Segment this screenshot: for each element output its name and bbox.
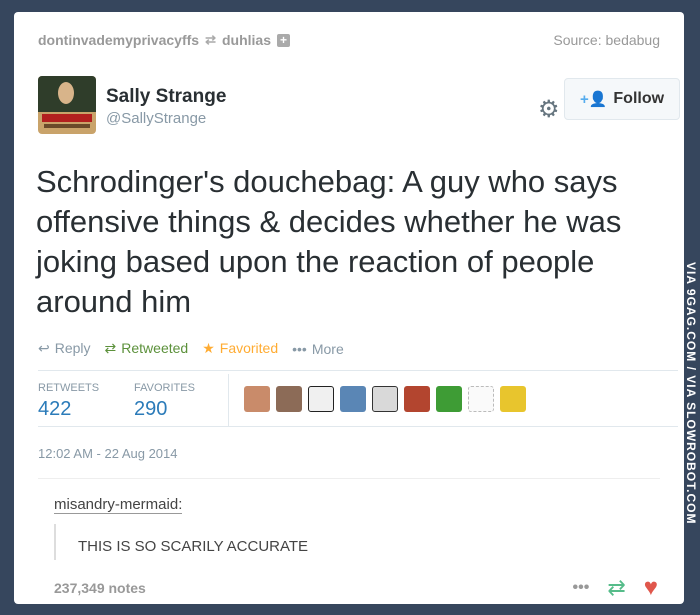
favoriter-avatars bbox=[244, 386, 526, 412]
avatar[interactable] bbox=[436, 386, 462, 412]
commenter-username[interactable]: misandry-mermaid: bbox=[54, 496, 183, 514]
divider bbox=[38, 370, 678, 371]
avatar[interactable] bbox=[404, 386, 430, 412]
follow-label: Follow bbox=[613, 90, 665, 107]
retweets-label: RETWEETS bbox=[38, 382, 100, 394]
post-header: dontinvademyprivacyffs ⇄ duhlias + Sourc… bbox=[38, 32, 660, 54]
post-footer-actions: ••• ⇄ ♥ bbox=[573, 574, 659, 602]
notes-count[interactable]: 237,349 notes bbox=[54, 580, 146, 596]
more-options-icon[interactable]: ••• bbox=[573, 579, 590, 597]
tweet-author-handle[interactable]: @SallyStrange bbox=[106, 110, 206, 127]
quote-bar bbox=[54, 524, 56, 560]
avatar[interactable] bbox=[340, 386, 366, 412]
tweet-text: Schrodinger's douchebag: A guy who says … bbox=[36, 164, 622, 319]
star-icon: ★ bbox=[202, 340, 215, 356]
heart-icon[interactable]: ♥ bbox=[644, 574, 658, 602]
source-link[interactable]: Source: bedabug bbox=[553, 32, 660, 48]
avatar[interactable] bbox=[468, 386, 494, 412]
avatar[interactable] bbox=[500, 386, 526, 412]
gear-icon[interactable]: ⚙ bbox=[538, 98, 560, 122]
more-action[interactable]: ••• More bbox=[292, 341, 344, 357]
watermark: VIA 9GAG.COM / VIA SLOWROBOT.COM bbox=[684, 262, 698, 525]
avatar[interactable] bbox=[244, 386, 270, 412]
stats-separator bbox=[228, 374, 229, 426]
follow-plus-icon[interactable]: + bbox=[276, 33, 290, 47]
avatar[interactable] bbox=[38, 76, 96, 134]
reblog-button-icon[interactable]: ⇄ bbox=[607, 575, 625, 601]
retweets-count[interactable]: 422 bbox=[38, 398, 71, 421]
reblogger-username[interactable]: dontinvademyprivacyffs bbox=[38, 32, 199, 48]
post-card: dontinvademyprivacyffs ⇄ duhlias + Sourc… bbox=[14, 12, 684, 604]
comment-text: THIS IS SO SCARILY ACCURATE bbox=[78, 538, 309, 555]
follow-button[interactable]: +👤 Follow bbox=[564, 78, 680, 120]
retweet-action[interactable]: ⇄ Retweeted bbox=[105, 340, 189, 357]
divider bbox=[38, 426, 678, 427]
favorites-label: FAVORITES bbox=[134, 382, 195, 394]
reply-action[interactable]: ↩ Reply bbox=[38, 340, 91, 357]
reblogged-from-username[interactable]: duhlias bbox=[222, 32, 271, 48]
favorite-action[interactable]: ★ Favorited bbox=[202, 340, 278, 357]
reblog-trail: dontinvademyprivacyffs ⇄ duhlias + bbox=[38, 32, 290, 48]
divider bbox=[38, 478, 660, 479]
tweet-actions: ↩ Reply ⇄ Retweeted ★ Favorited ••• More bbox=[38, 340, 344, 357]
more-dots-icon: ••• bbox=[292, 340, 307, 357]
tweet-author-name[interactable]: Sally Strange bbox=[106, 86, 226, 108]
reply-icon: ↩ bbox=[38, 340, 50, 356]
tweet-timestamp[interactable]: 12:02 AM - 22 Aug 2014 bbox=[38, 446, 178, 461]
avatar[interactable] bbox=[276, 386, 302, 412]
add-user-icon: +👤 bbox=[579, 91, 608, 108]
retweet-icon: ⇄ bbox=[104, 340, 117, 356]
avatar[interactable] bbox=[372, 386, 398, 412]
avatar[interactable] bbox=[308, 386, 334, 412]
favorites-count[interactable]: 290 bbox=[134, 398, 167, 421]
reblog-icon: ⇄ bbox=[205, 32, 216, 47]
